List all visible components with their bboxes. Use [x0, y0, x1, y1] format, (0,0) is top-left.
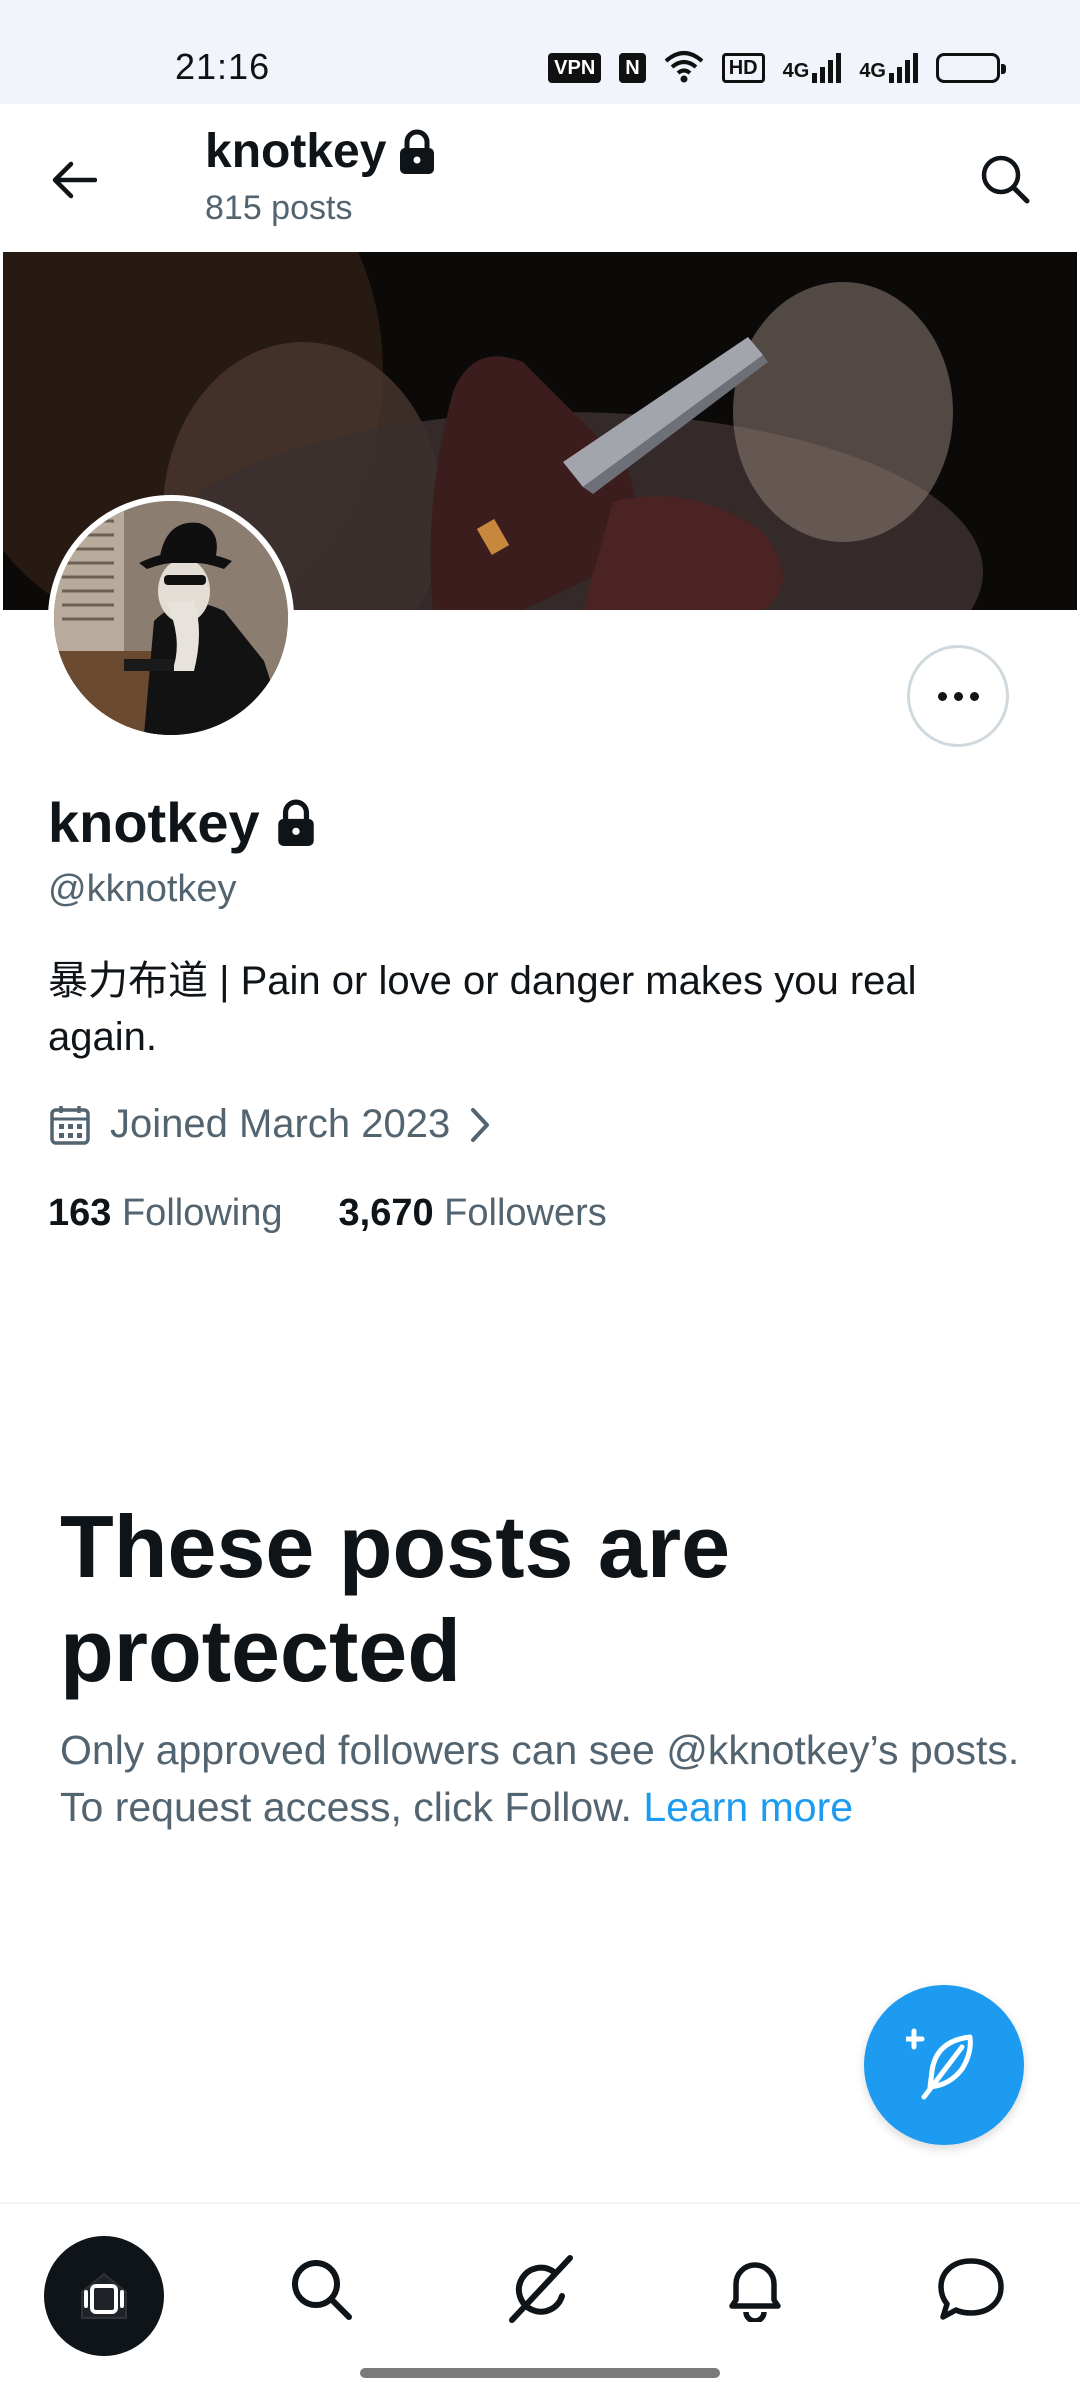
- following-link[interactable]: 163 Following: [48, 1192, 283, 1235]
- followers-link[interactable]: 3,670 Followers: [339, 1192, 607, 1235]
- avatar[interactable]: [48, 495, 294, 741]
- nav-notifications-button[interactable]: [700, 2234, 810, 2344]
- messages-icon: [938, 2258, 1004, 2320]
- calendar-icon: [50, 1105, 90, 1145]
- bio: 暴力布道 | Pain or love or danger makes you …: [48, 959, 917, 1059]
- display-name: knotkey: [48, 790, 316, 855]
- more-options-button[interactable]: [907, 645, 1009, 747]
- wifi-icon: [664, 49, 704, 88]
- status-bar: 21:16 VPN N HD 4G 4G: [0, 0, 1080, 104]
- bell-icon: [729, 2262, 781, 2322]
- profile-header: knotkey 815 posts: [0, 104, 1080, 252]
- header-title: knotkey: [205, 124, 436, 179]
- following-label: Following: [121, 1192, 283, 1234]
- home-indicator[interactable]: [360, 2368, 720, 2378]
- signal-2-icon: 4G: [859, 53, 918, 83]
- protected-title: These posts are protected: [60, 1497, 731, 1700]
- header-title-block: knotkey 815 posts: [205, 124, 436, 228]
- protected-text: Only approved followers can see @kknotke…: [60, 1727, 1020, 1830]
- protected-lock-icon: [277, 799, 314, 846]
- nav-messages-button[interactable]: [916, 2234, 1026, 2344]
- avatar-image: [54, 501, 288, 735]
- vpn-icon: VPN: [548, 53, 602, 83]
- search-icon: [292, 2260, 352, 2320]
- home-icon: [81, 2272, 127, 2319]
- nfc-icon: N: [619, 53, 646, 83]
- display-name-text: knotkey: [48, 791, 260, 854]
- more-dot-icon: [953, 691, 963, 701]
- joined-text: Joined March 2023: [110, 1102, 451, 1146]
- search-icon: [981, 155, 1030, 204]
- hd-icon: HD: [721, 53, 765, 83]
- lock-icon: [400, 129, 435, 174]
- search-button[interactable]: [970, 144, 1040, 214]
- more-dot-icon: [937, 691, 947, 701]
- back-arrow-icon: [52, 161, 97, 199]
- learn-more-link[interactable]: Learn more: [643, 1784, 853, 1830]
- nav-search-button[interactable]: [266, 2234, 376, 2344]
- battery-icon: [936, 53, 1006, 83]
- more-dot-icon: [969, 691, 979, 701]
- nav-home-button[interactable]: [44, 2236, 164, 2356]
- following-count: 163: [48, 1192, 112, 1234]
- followers-label: Followers: [444, 1192, 607, 1234]
- follow-stats: 163 Following 3,670 Followers: [48, 1192, 607, 1235]
- grok-icon: [509, 2255, 573, 2323]
- profile-page: 21:16 VPN N HD 4G 4G knotkey 815 posts k…: [0, 0, 1080, 2400]
- followers-count: 3,670: [338, 1192, 434, 1234]
- back-button[interactable]: [40, 146, 108, 214]
- chevron-right-icon: [471, 1107, 490, 1142]
- posts-count: 815 posts: [205, 189, 353, 227]
- compose-feather-icon: [906, 2028, 973, 2100]
- user-handle: @kknotkey: [48, 868, 237, 910]
- status-time: 21:16: [175, 46, 271, 87]
- joined-date[interactable]: Joined March 2023: [48, 1102, 492, 1147]
- status-icons: VPN N HD 4G 4G: [548, 49, 1006, 88]
- network-type-2: 4G: [859, 60, 886, 82]
- signal-1-icon: 4G: [783, 53, 842, 83]
- nav-grok-button[interactable]: [484, 2234, 594, 2344]
- compose-post-button[interactable]: [864, 1985, 1024, 2145]
- header-title-text: knotkey: [205, 125, 387, 178]
- protected-description: Only approved followers can see @kknotke…: [60, 1722, 1045, 1836]
- network-type-1: 4G: [782, 60, 810, 82]
